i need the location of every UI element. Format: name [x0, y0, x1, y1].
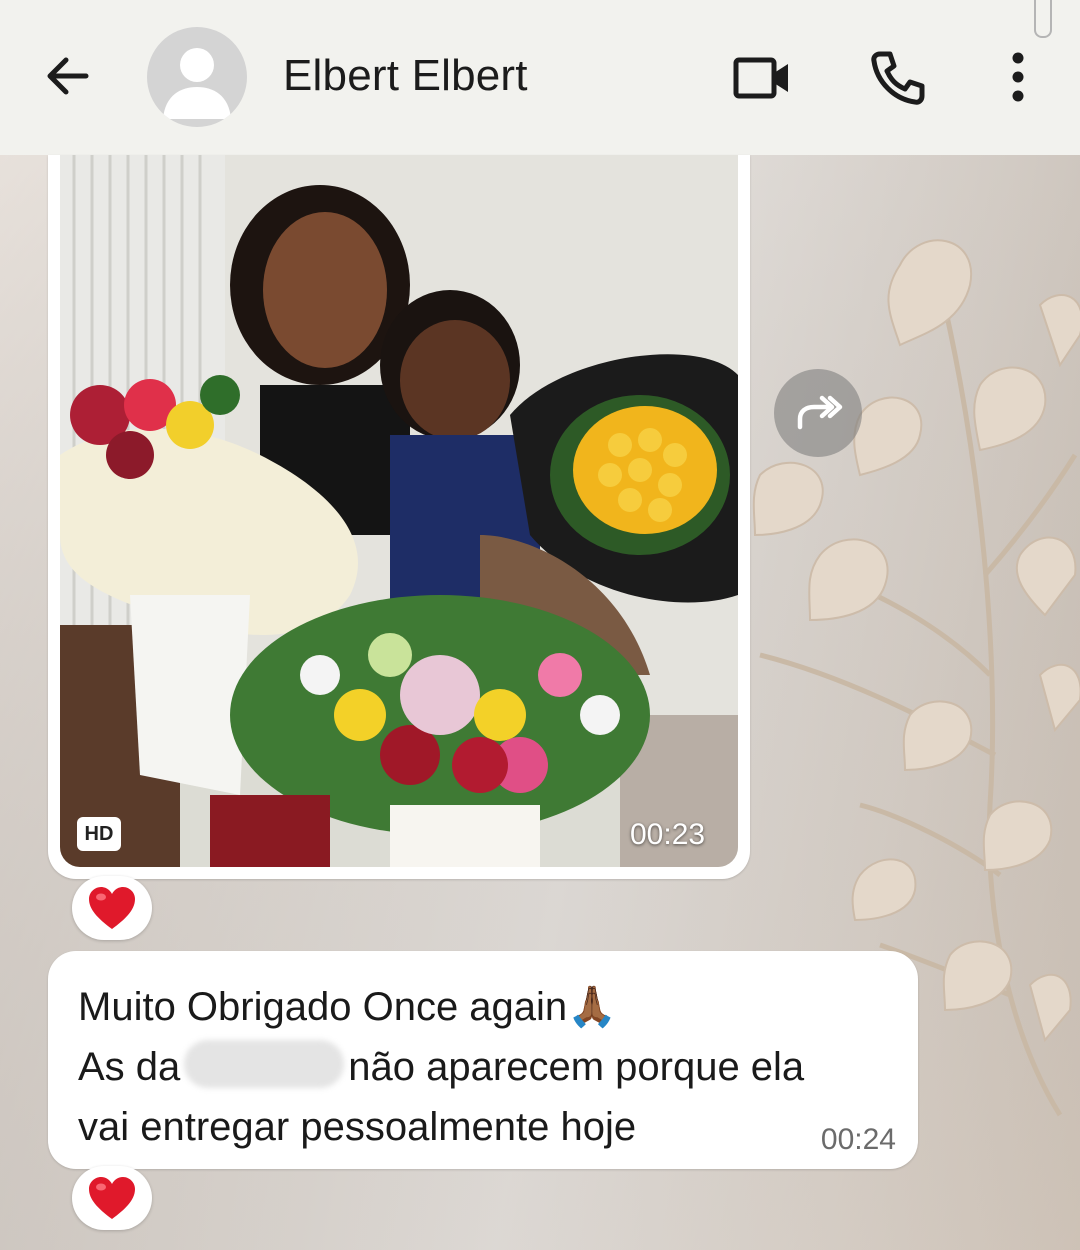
contact-avatar[interactable]	[147, 27, 247, 127]
message-line-3: vai entregar pessoalmente hoje	[78, 1097, 888, 1157]
message-text-line1: Muito Obrigado Once again	[78, 985, 568, 1029]
red-heart-icon	[89, 1177, 135, 1219]
phone-icon	[871, 51, 925, 105]
forward-icon	[797, 395, 843, 430]
voice-call-button[interactable]	[866, 46, 930, 110]
arrow-left-icon	[47, 57, 89, 95]
message-text-line2-start: As da	[78, 1045, 181, 1089]
message-timestamp: 00:24	[820, 1123, 896, 1156]
more-options-button[interactable]	[986, 46, 1050, 110]
chat-header: Elbert Elbert	[0, 0, 1080, 155]
message-line-2: As da não aparecem porque ela	[78, 1037, 888, 1097]
default-avatar-icon	[163, 48, 231, 119]
message-text-line3: vai entregar pessoalmente hoje	[78, 1105, 637, 1149]
media-reaction[interactable]	[72, 876, 152, 940]
photo-of-two-women-with-flowers	[60, 155, 738, 867]
scroll-indicator	[1034, 0, 1052, 38]
redacted-text	[184, 1040, 345, 1088]
folded-hands-emoji: 🙏🏾	[567, 985, 617, 1029]
vertical-dots-icon	[1012, 52, 1024, 102]
red-heart-icon	[89, 887, 135, 929]
contact-name[interactable]: Elbert Elbert	[283, 50, 528, 102]
hd-badge: HD	[77, 817, 121, 851]
video-duration: 00:23	[630, 818, 706, 851]
video-camera-icon	[733, 57, 788, 99]
message-line-1: Muito Obrigado Once again🙏🏾	[78, 977, 888, 1037]
video-thumbnail[interactable]	[60, 155, 738, 867]
forward-button[interactable]	[774, 369, 862, 457]
video-call-button[interactable]	[730, 46, 794, 110]
back-button[interactable]	[40, 48, 96, 104]
text-reaction[interactable]	[72, 1166, 152, 1230]
message-text-line2-end: não aparecem porque ela	[348, 1045, 805, 1089]
text-message-bubble[interactable]: Muito Obrigado Once again🙏🏾 As da não apa…	[48, 951, 918, 1169]
